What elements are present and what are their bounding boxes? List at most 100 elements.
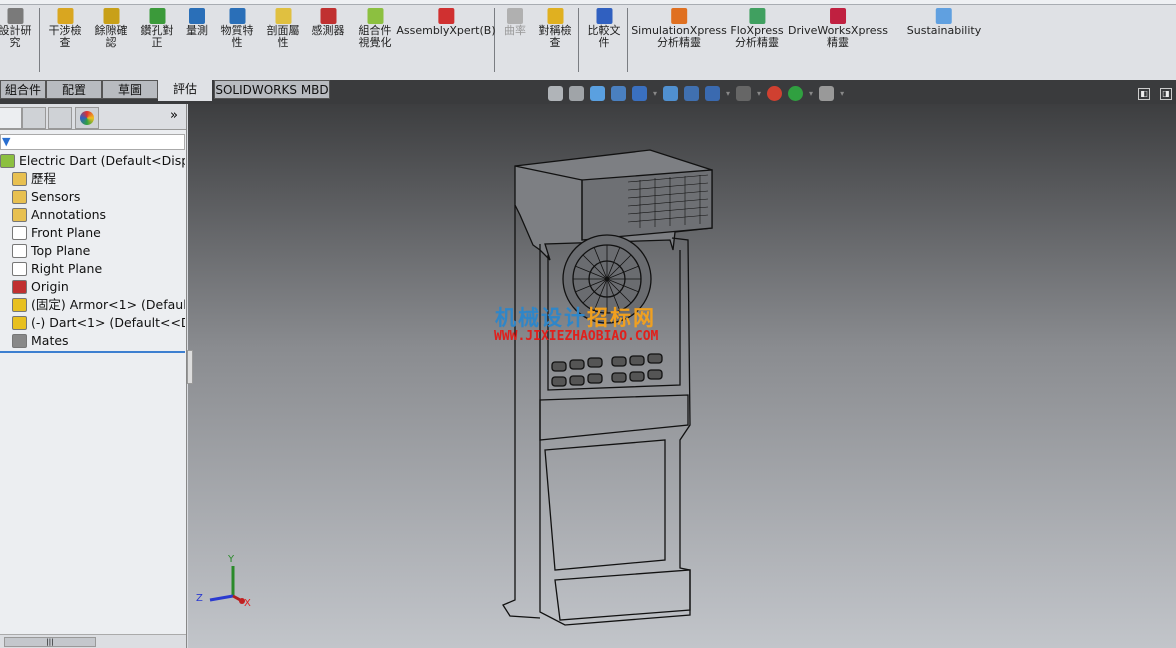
ribbon-button-4[interactable]: 量測 bbox=[186, 8, 208, 37]
tree-item[interactable]: Right Plane bbox=[0, 260, 185, 278]
tree-item[interactable]: 歷程 bbox=[0, 170, 185, 188]
zoom-to-area-icon[interactable] bbox=[569, 86, 584, 101]
panel-tabs: » bbox=[0, 104, 186, 130]
view-settings-icon[interactable] bbox=[819, 86, 835, 101]
part-icon bbox=[12, 316, 27, 330]
ribbon-tool-icon bbox=[671, 8, 687, 24]
restore-view-icon[interactable]: ◧ bbox=[1138, 88, 1150, 100]
tab-layout[interactable]: 配置 bbox=[46, 80, 102, 99]
featuremanager-tab-icon[interactable] bbox=[0, 107, 22, 129]
ribbon-button-label: 量測 bbox=[186, 24, 208, 37]
tree-item-label: Mates bbox=[31, 333, 69, 348]
ribbon-button-5[interactable]: 物質特 性 bbox=[221, 8, 254, 49]
triad-x-label: X bbox=[244, 598, 251, 609]
annotations-icon bbox=[12, 208, 27, 222]
history-icon bbox=[12, 172, 27, 186]
tree-item-label: Right Plane bbox=[31, 261, 103, 276]
ribbon-button-label: 組合件 視覺化 bbox=[358, 24, 392, 49]
ribbon-button-2[interactable]: 餘隙確 認 bbox=[95, 8, 128, 49]
ribbon-tool-icon bbox=[367, 8, 383, 24]
tree-item-label: Electric Dart (Default<Display bbox=[19, 153, 185, 168]
ribbon-tool-icon bbox=[229, 8, 245, 24]
ribbon-tool-icon bbox=[547, 8, 563, 24]
ribbon-button-label: 設計研 究 bbox=[0, 24, 32, 49]
tab-solidworks-mbd[interactable]: SOLIDWORKS MBD bbox=[214, 80, 330, 99]
tree-item[interactable]: Top Plane bbox=[0, 242, 185, 260]
tree-item[interactable]: Mates bbox=[0, 332, 185, 350]
ribbon-tool-icon bbox=[438, 8, 454, 24]
tree-item[interactable]: Electric Dart (Default<Display bbox=[0, 152, 185, 170]
ribbon-button-8[interactable]: 組合件 視覺化 bbox=[359, 8, 392, 49]
triad-y-label: Y bbox=[228, 554, 235, 565]
tree-item[interactable]: (-) Dart<1> (Default<<Defa bbox=[0, 314, 185, 332]
ribbon-button-11[interactable]: 對稱檢 查 bbox=[539, 8, 572, 49]
ribbon-button-label: AssemblyXpert(B) bbox=[396, 24, 496, 37]
display-style-icon[interactable] bbox=[663, 86, 679, 101]
tree-filter-button[interactable]: ▼ bbox=[0, 134, 185, 150]
expand-panel-button[interactable]: » bbox=[170, 108, 178, 123]
plane-icon bbox=[12, 226, 27, 240]
ribbon-button-0[interactable]: 設計研 究 bbox=[0, 8, 32, 49]
previous-view-icon[interactable] bbox=[590, 86, 605, 101]
zoom-to-fit-icon[interactable] bbox=[548, 86, 563, 101]
realview-icon[interactable] bbox=[788, 86, 804, 101]
ribbon-tool-icon bbox=[320, 8, 336, 24]
section-view-icon[interactable] bbox=[611, 86, 626, 101]
ribbon-tool-icon bbox=[749, 8, 765, 24]
ribbon-button-12[interactable]: 比較文 件 bbox=[588, 8, 621, 49]
ribbon-button-label: 餘隙確 認 bbox=[94, 24, 128, 49]
tab-sketch[interactable]: 草圖 bbox=[102, 80, 158, 99]
ribbon-button-label: 剖面屬 性 bbox=[266, 24, 300, 49]
tree-item-label: Origin bbox=[31, 279, 69, 294]
ribbon-button-1[interactable]: 干涉檢 查 bbox=[49, 8, 82, 49]
tree-item-label: (-) Dart<1> (Default<<Defa bbox=[31, 315, 185, 330]
displaymanager-tab-icon[interactable] bbox=[75, 107, 99, 129]
ribbon-button-label: Sustainability bbox=[906, 24, 982, 37]
ribbon-tool-icon bbox=[103, 8, 119, 24]
panel-splitter-handle[interactable] bbox=[187, 350, 193, 384]
separator bbox=[578, 8, 579, 72]
part-icon bbox=[12, 298, 27, 312]
watermark-title: 机械设计招标网 bbox=[495, 306, 656, 330]
ribbon-button-9[interactable]: AssemblyXpert(B) bbox=[396, 8, 496, 37]
ribbon-button-label: 物質特 性 bbox=[220, 24, 254, 49]
tree-item-label: Front Plane bbox=[31, 225, 101, 240]
tree-item[interactable]: Sensors bbox=[0, 188, 185, 206]
tree-item[interactable]: (固定) Armor<1> (Default< bbox=[0, 296, 185, 314]
sensors-icon bbox=[12, 190, 27, 204]
graphics-viewport[interactable]: Y Z X bbox=[188, 104, 1176, 648]
ribbon-button-13[interactable]: SimulationXpress 分析精靈 bbox=[631, 8, 727, 49]
tree-item[interactable]: Origin bbox=[0, 278, 185, 296]
separator bbox=[627, 8, 628, 72]
ribbon-button-15[interactable]: DriveWorksXpress 精靈 bbox=[788, 8, 888, 49]
ribbon-button-3[interactable]: 鑽孔對 正 bbox=[141, 8, 174, 49]
maximize-view-icon[interactable]: ◨ bbox=[1160, 88, 1172, 100]
tab-assembly[interactable]: 組合件 bbox=[0, 80, 46, 99]
ribbon-button-16[interactable]: Sustainability bbox=[907, 8, 981, 37]
hide-show-icon[interactable] bbox=[684, 86, 700, 101]
ribbon-button-7[interactable]: 感測器 bbox=[312, 8, 345, 37]
ribbon-button-10[interactable]: 曲率 bbox=[504, 8, 526, 37]
rollback-bar[interactable] bbox=[0, 351, 185, 353]
ribbon-button-label: 鑽孔對 正 bbox=[140, 24, 174, 49]
ribbon-button-14[interactable]: FloXpress 分析精靈 bbox=[730, 8, 784, 49]
plane-icon bbox=[12, 244, 27, 258]
configurationmanager-tab-icon[interactable] bbox=[48, 107, 72, 129]
assembly-icon bbox=[0, 154, 15, 168]
scrollbar-thumb[interactable]: ||| bbox=[4, 637, 96, 647]
horizontal-scrollbar[interactable]: ||| bbox=[0, 634, 186, 648]
tree-item[interactable]: Front Plane bbox=[0, 224, 185, 242]
view-orientation-icon[interactable] bbox=[632, 86, 647, 101]
propertymanager-tab-icon[interactable] bbox=[22, 107, 46, 129]
scene-icon[interactable] bbox=[767, 86, 783, 101]
tree-item-label: Annotations bbox=[31, 207, 107, 222]
edit-appearance-icon[interactable] bbox=[705, 86, 721, 101]
tab-evaluate[interactable]: 評估 bbox=[158, 80, 212, 101]
tree-item-label: Sensors bbox=[31, 189, 81, 204]
glasses-icon[interactable] bbox=[736, 86, 752, 101]
ribbon-button-6[interactable]: 剖面屬 性 bbox=[267, 8, 300, 49]
tree-item[interactable]: Annotations bbox=[0, 206, 185, 224]
ribbon-tool-icon bbox=[829, 8, 846, 24]
ribbon-button-label: FloXpress 分析精靈 bbox=[730, 24, 784, 49]
ribbon-tool-icon bbox=[596, 8, 612, 24]
